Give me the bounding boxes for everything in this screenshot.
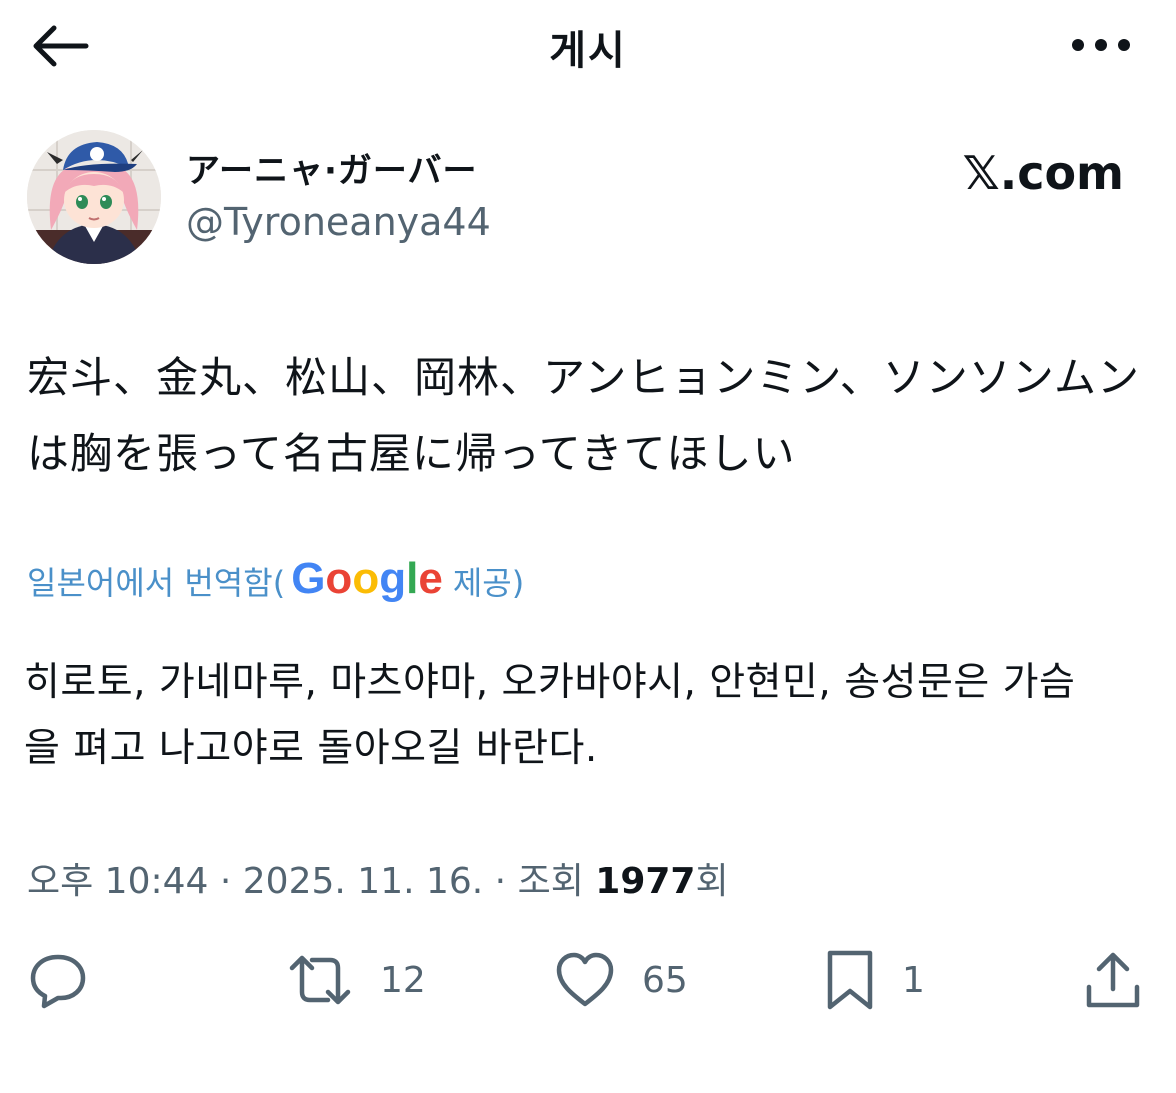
reply-icon [30, 954, 86, 1009]
tweet-text: 宏斗、金丸、松山、岡林、アンヒョンミン、ソンソンムン は胸を張って名古屋に帰って… [27, 340, 1147, 492]
repost-icon [289, 955, 351, 1005]
translation-attribution[interactable]: 일본어에서 번역함( Google 제공) [27, 554, 525, 606]
views-count: 1977 [595, 861, 696, 902]
share-icon [1086, 952, 1140, 1008]
action-bar: 12 65 1 [0, 940, 1176, 1020]
reply-button[interactable] [28, 940, 88, 1020]
heart-icon [556, 952, 614, 1007]
google-logo: Google [291, 554, 443, 603]
translated-line: 을 펴고 나고야로 돌아오길 바란다. [24, 726, 598, 771]
tweet-metadata: 오후 10:44 · 2025. 11. 16. · 조회 1977회 [27, 852, 729, 904]
avatar-image [27, 130, 161, 264]
author-handle[interactable]: @Tyroneanya44 [186, 200, 491, 244]
bookmark-count: 1 [902, 959, 925, 1001]
tweet-line: は胸を張って名古屋に帰ってきてほしい [27, 429, 796, 478]
bookmark-icon [827, 950, 873, 1010]
repost-button[interactable]: 12 [286, 940, 426, 1020]
share-button[interactable] [1084, 940, 1142, 1020]
translation-suffix: 제공) [452, 564, 525, 602]
bookmark-button[interactable]: 1 [824, 940, 925, 1020]
post-date: 2025. 11. 16. [242, 861, 484, 902]
views-suffix: 회 [695, 861, 729, 902]
separator: · [483, 861, 518, 902]
translated-text: 히로토, 가네마루, 마츠야마, 오카바야시, 안현민, 송성문은 가슴 을 펴… [24, 650, 1149, 782]
like-button[interactable]: 65 [554, 940, 688, 1020]
views-label: 조회 [517, 861, 596, 902]
translation-label: 일본어에서 번역함( [27, 564, 286, 602]
separator: · [208, 861, 243, 902]
tweet-line: 宏斗、金丸、松山、岡林、アンヒョンミン、ソンソンムン [27, 353, 1140, 402]
author-name[interactable]: アーニャ·ガーバー [186, 143, 478, 192]
top-bar: 게시 [0, 0, 1176, 92]
more-dots-icon [1072, 39, 1130, 51]
more-options-button[interactable] [1066, 30, 1136, 60]
author-avatar[interactable] [27, 130, 161, 264]
post-time: 오후 10:44 [27, 861, 209, 902]
page-title: 게시 [549, 28, 627, 74]
translated-line: 히로토, 가네마루, 마츠야마, 오카바야시, 안현민, 송성문은 가슴 [24, 660, 1076, 705]
x-com-logo: 𝕏.com [962, 146, 1124, 200]
like-count: 65 [642, 959, 688, 1001]
repost-count: 12 [380, 959, 426, 1001]
